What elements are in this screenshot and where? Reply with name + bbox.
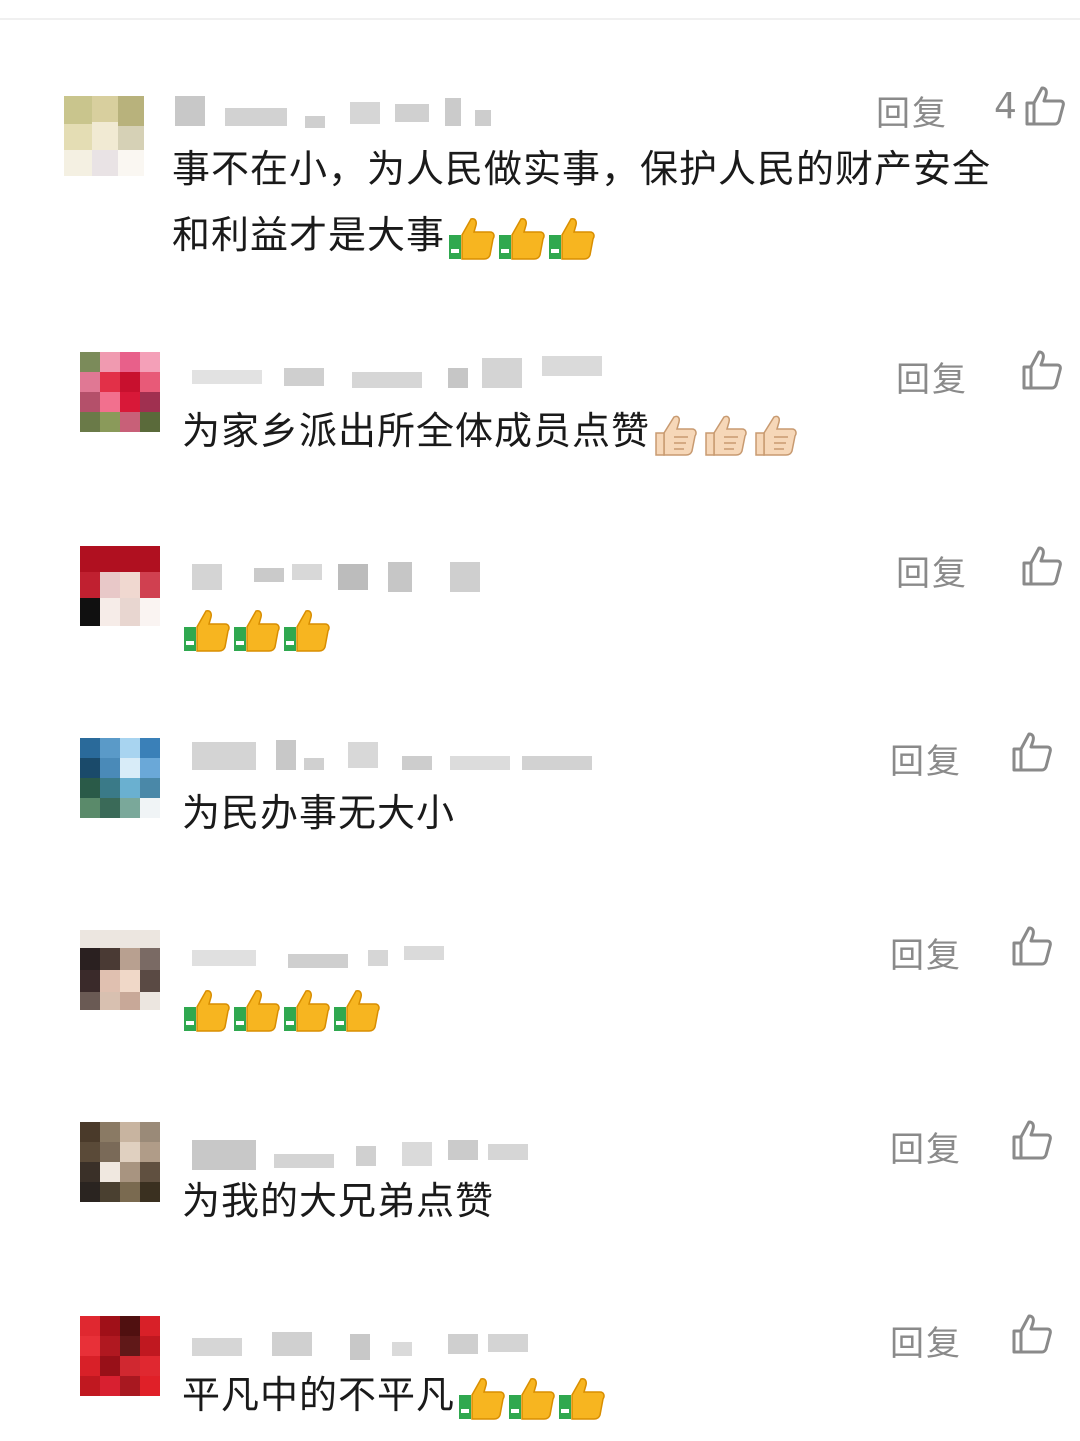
thumbs-up-outline-icon: [1025, 86, 1065, 126]
thumbs-up-emoji-icon: [559, 1377, 605, 1420]
reply-button[interactable]: 回复: [890, 734, 962, 783]
username-redacted[interactable]: [175, 94, 515, 128]
comment-text: 为民办事无大小: [182, 780, 1062, 846]
reply-button[interactable]: 回复: [890, 928, 962, 977]
thumbs-up-emoji-icon: [655, 415, 697, 456]
emoji-group: [182, 987, 382, 1033]
thumbs-up-emoji-icon: [184, 989, 230, 1032]
top-divider: [0, 18, 1080, 20]
avatar[interactable]: [80, 1316, 160, 1396]
thumbs-up-outline-icon: [1022, 350, 1062, 390]
comment-text-line: 事不在小，为人民做实事，保护人民的财产安全: [172, 147, 992, 191]
thumbs-up-emoji-icon: [499, 217, 545, 260]
reply-button[interactable]: 回复: [890, 1122, 962, 1171]
avatar[interactable]: [80, 1122, 160, 1202]
thumbs-up-outline-icon: [1012, 1120, 1052, 1160]
comment-text-line: 平凡中的不平凡: [182, 1373, 456, 1417]
thumbs-up-emoji-icon: [449, 217, 495, 260]
like-button[interactable]: [1004, 924, 1054, 968]
emoji-group: [447, 215, 597, 261]
reply-button[interactable]: 回复: [890, 1316, 962, 1365]
username-redacted[interactable]: [192, 560, 492, 594]
comment-text-line: 为我的大兄弟点赞: [182, 1179, 495, 1223]
comment-text: 为家乡派出所全体成员点赞: [182, 398, 1062, 464]
reply-button[interactable]: 回复: [896, 352, 968, 401]
username-redacted[interactable]: [192, 1328, 532, 1362]
thumbs-up-emoji-icon: [184, 609, 230, 652]
reply-button[interactable]: 回复: [876, 86, 948, 135]
like-button[interactable]: 4: [994, 84, 1067, 128]
thumbs-up-emoji-icon: [284, 609, 330, 652]
emoji-group: [652, 411, 802, 457]
username-redacted[interactable]: [192, 738, 602, 772]
reply-button[interactable]: 回复: [896, 546, 968, 595]
thumbs-up-emoji-icon: [549, 217, 595, 260]
like-button[interactable]: [1014, 544, 1064, 588]
like-button[interactable]: [1004, 730, 1054, 774]
username-redacted[interactable]: [192, 1136, 532, 1170]
avatar[interactable]: [80, 930, 160, 1010]
thumbs-up-outline-icon: [1022, 546, 1062, 586]
comment-text-line: 为民办事无大小: [182, 791, 456, 835]
avatar[interactable]: [80, 738, 160, 818]
like-button[interactable]: [1004, 1312, 1054, 1356]
comment-text-line: 为家乡派出所全体成员点赞: [182, 409, 651, 453]
like-button[interactable]: [1004, 1118, 1054, 1162]
emoji-group: [457, 1375, 607, 1421]
thumbs-up-emoji-icon: [705, 415, 747, 456]
thumbs-up-outline-icon: [1012, 926, 1052, 966]
comment-text: 平凡中的不平凡: [182, 1362, 1062, 1428]
username-redacted[interactable]: [192, 354, 612, 388]
avatar[interactable]: [80, 546, 160, 626]
thumbs-up-outline-icon: [1012, 1314, 1052, 1354]
comment-text: 事不在小，为人民做实事，保护人民的财产安全 和利益才是大事: [172, 136, 1072, 268]
comment-text: 为我的大兄弟点赞: [182, 1168, 1062, 1234]
thumbs-up-emoji-icon: [755, 415, 797, 456]
like-count: 4: [994, 85, 1017, 127]
emoji-group: [182, 607, 332, 653]
thumbs-up-emoji-icon: [459, 1377, 505, 1420]
avatar[interactable]: [64, 96, 144, 176]
avatar[interactable]: [80, 352, 160, 432]
thumbs-up-emoji-icon: [284, 989, 330, 1032]
username-redacted[interactable]: [192, 938, 452, 972]
thumbs-up-emoji-icon: [509, 1377, 555, 1420]
like-button[interactable]: [1014, 348, 1064, 392]
thumbs-up-outline-icon: [1012, 732, 1052, 772]
thumbs-up-emoji-icon: [334, 989, 380, 1032]
thumbs-up-emoji-icon: [234, 609, 280, 652]
comment-text-line: 和利益才是大事: [172, 213, 446, 257]
comment-text: [182, 594, 1062, 660]
thumbs-up-emoji-icon: [234, 989, 280, 1032]
comment-text: [182, 974, 1062, 1040]
